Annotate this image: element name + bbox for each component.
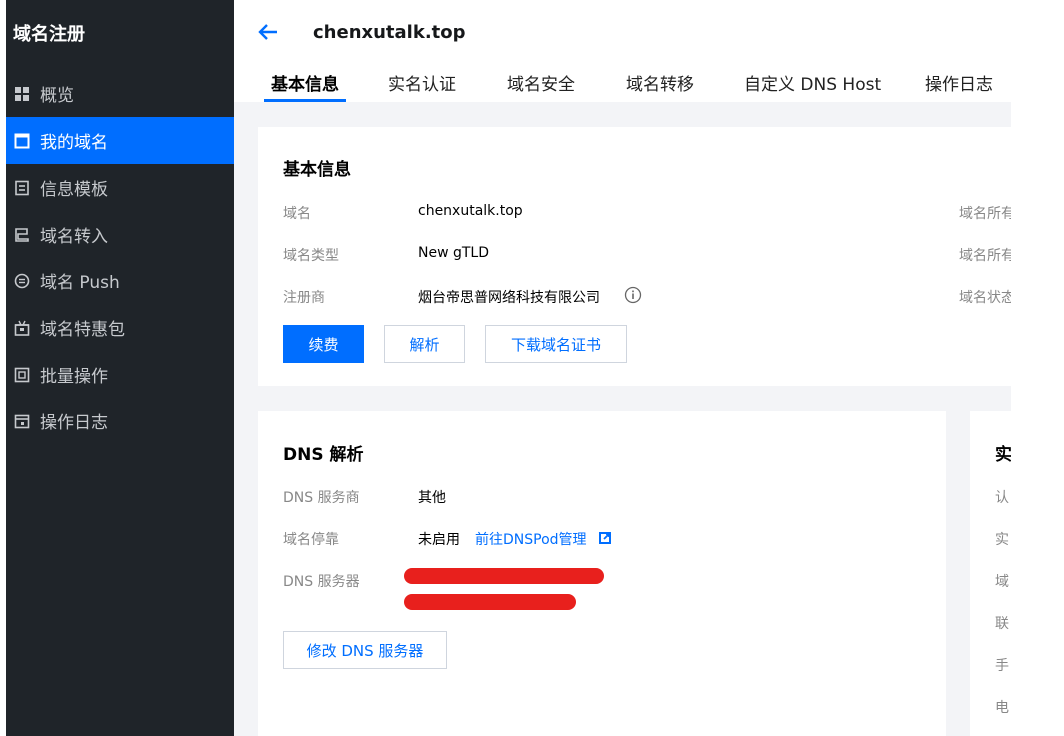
- tab-custom-dns-host[interactable]: 自定义 DNS Host: [744, 70, 881, 102]
- download-certificate-button[interactable]: 下载域名证书: [485, 325, 627, 363]
- realname-card: 实 认 实 域 联 手 电: [970, 411, 1011, 736]
- gift-icon: [14, 320, 30, 336]
- tab-operation-log[interactable]: 操作日志: [925, 70, 993, 102]
- tab-realname[interactable]: 实名认证: [388, 70, 456, 102]
- domain-status-label: 域名状态: [959, 290, 1011, 306]
- batch-icon: [14, 367, 30, 383]
- sidebar-item-transfer-in[interactable]: 域名转入: [6, 211, 234, 258]
- sidebar-item-special-pack[interactable]: 域名特惠包: [6, 304, 234, 351]
- redacted-dns-server-1: [404, 568, 604, 584]
- domain-label: 域名: [283, 206, 311, 222]
- sidebar-item-domain-push[interactable]: 域名 Push: [6, 257, 234, 304]
- page-title: chenxutalk.top: [313, 22, 466, 43]
- sidebar-item-label: 域名转入: [40, 227, 108, 247]
- realname-row-label: 联: [995, 616, 1009, 632]
- dns-provider-value: 其他: [418, 490, 446, 506]
- redacted-dns-server-2: [404, 594, 576, 610]
- sidebar-item-operation-log[interactable]: 操作日志: [6, 397, 234, 444]
- dnspod-link[interactable]: 前往DNSPod管理: [475, 529, 587, 549]
- sidebar-item-label: 我的域名: [40, 133, 108, 153]
- right-margin: [1011, 0, 1064, 736]
- sidebar-item-label: 域名特惠包: [40, 320, 125, 340]
- dns-server-label: DNS 服务器: [283, 574, 360, 590]
- sidebar-item-info-template[interactable]: 信息模板: [6, 164, 234, 211]
- push-icon: [14, 273, 30, 289]
- sidebar-item-overview[interactable]: 概览: [6, 70, 234, 117]
- renew-button[interactable]: 续费: [283, 325, 364, 363]
- tab-domain-security[interactable]: 域名安全: [507, 70, 575, 102]
- sidebar-item-batch[interactable]: 批量操作: [6, 351, 234, 398]
- sidebar-item-my-domains[interactable]: 我的域名: [6, 117, 234, 164]
- registrar-value: 烟台帝思普网络科技有限公司: [418, 290, 600, 306]
- sidebar-item-label: 概览: [40, 86, 74, 106]
- card-title: DNS 解析: [283, 445, 364, 465]
- calendar-icon: [14, 413, 30, 429]
- domain-owner-label: 域名所有: [959, 206, 1011, 222]
- document-icon: [14, 180, 30, 196]
- dns-provider-label: DNS 服务商: [283, 490, 360, 506]
- sidebar-item-label: 操作日志: [40, 413, 108, 433]
- grid-icon: [14, 86, 30, 102]
- domain-owner-label-2: 域名所有: [959, 248, 1011, 264]
- window-icon: [14, 133, 30, 149]
- main-content: chenxutalk.top 基本信息 实名认证 域名安全 域名转移 自定义 D…: [234, 0, 1064, 736]
- tab-basic-info[interactable]: 基本信息: [264, 70, 346, 102]
- realname-row-label: 实: [995, 532, 1009, 548]
- sidebar-item-label: 域名 Push: [40, 273, 120, 293]
- resolve-button[interactable]: 解析: [384, 325, 465, 363]
- tab-domain-transfer[interactable]: 域名转移: [626, 70, 694, 102]
- domain-value: chenxutalk.top: [418, 203, 523, 219]
- modify-dns-server-button[interactable]: 修改 DNS 服务器: [283, 631, 447, 669]
- realname-row-label: 认: [995, 490, 1009, 506]
- sidebar: 域名注册 概览 我的域名 信息模板 域名转入 域名 Push 域名特惠包 批量操…: [6, 0, 234, 736]
- dns-card: DNS 解析 DNS 服务商 其他 域名停靠 未启用 前往DNSPod管理 DN…: [258, 411, 946, 736]
- realname-row-label: 电: [995, 700, 1009, 716]
- realname-row-label: 手: [995, 658, 1009, 674]
- domain-parking-label: 域名停靠: [283, 532, 339, 548]
- domain-type-label: 域名类型: [283, 248, 339, 264]
- back-arrow-icon[interactable]: [256, 20, 280, 44]
- header: chenxutalk.top 基本信息 实名认证 域名安全 域名转移 自定义 D…: [234, 0, 1064, 102]
- transfer-icon: [14, 227, 30, 243]
- info-icon[interactable]: [624, 286, 642, 308]
- basic-info-card: 基本信息 域名 chenxutalk.top 域名类型 New gTLD 注册商…: [258, 127, 1011, 386]
- sidebar-item-label: 信息模板: [40, 180, 108, 200]
- card-title: 实: [995, 445, 1011, 465]
- domain-type-value: New gTLD: [418, 245, 490, 261]
- external-link-icon[interactable]: [598, 530, 612, 549]
- sidebar-item-label: 批量操作: [40, 367, 108, 387]
- domain-parking-value: 未启用: [418, 532, 460, 548]
- realname-row-label: 域: [995, 574, 1009, 590]
- registrar-label: 注册商: [283, 290, 325, 306]
- card-title: 基本信息: [283, 160, 351, 180]
- sidebar-title: 域名注册: [13, 24, 85, 45]
